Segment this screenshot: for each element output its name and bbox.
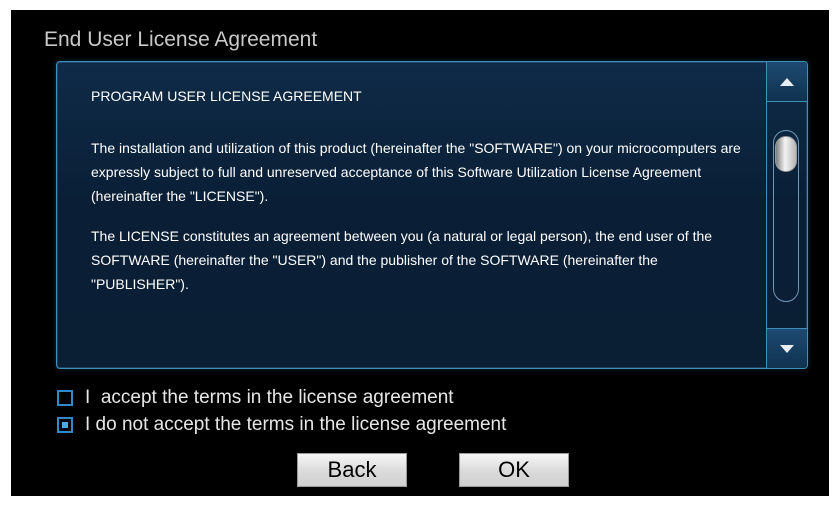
- accept-option[interactable]: I accept the terms in the license agreem…: [57, 387, 454, 409]
- triangle-up-icon: [780, 77, 794, 86]
- accept-label: I accept the terms in the license agreem…: [85, 387, 454, 408]
- triangle-down-icon: [780, 344, 794, 353]
- back-button[interactable]: Back: [297, 453, 407, 487]
- license-text: PROGRAM USER LICENSE AGREEMENT The insta…: [91, 84, 751, 312]
- decline-checkbox[interactable]: [57, 417, 73, 433]
- scroll-down-button[interactable]: [767, 328, 807, 368]
- license-text-panel[interactable]: PROGRAM USER LICENSE AGREEMENT The insta…: [56, 61, 808, 369]
- decline-option[interactable]: I do not accept the terms in the license…: [57, 414, 506, 436]
- scroll-thumb[interactable]: [775, 136, 797, 172]
- accept-checkbox[interactable]: [57, 390, 73, 406]
- dialog-title: End User License Agreement: [44, 28, 318, 51]
- scroll-up-button[interactable]: [767, 62, 807, 102]
- decline-label: I do not accept the terms in the license…: [85, 414, 507, 435]
- vertical-scrollbar[interactable]: [766, 62, 807, 368]
- ok-button[interactable]: OK: [459, 453, 569, 487]
- license-heading: PROGRAM USER LICENSE AGREEMENT: [91, 88, 362, 104]
- license-paragraph: The LICENSE constitutes an agreement bet…: [91, 228, 713, 292]
- license-paragraph: The installation and utilization of this…: [91, 140, 741, 204]
